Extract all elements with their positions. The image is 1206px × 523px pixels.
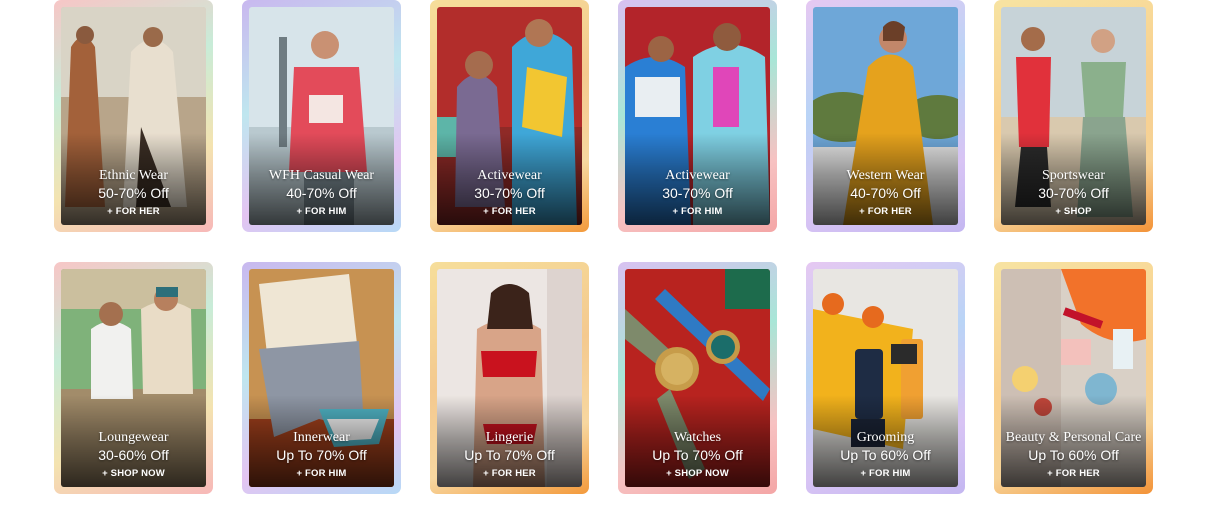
tile-cta[interactable]: + FOR HIM bbox=[625, 205, 770, 219]
tile-offer: 30-70% Off bbox=[474, 185, 545, 201]
tile-category: WFH Casual Wear bbox=[268, 168, 375, 183]
tile-category: Innerwear bbox=[293, 430, 350, 445]
tile-image: Activewear 30-70% Off + FOR HIM bbox=[625, 7, 770, 225]
tile-offer: Up To 60% Off bbox=[1028, 447, 1119, 463]
tile-activewear-her[interactable]: Activewear 30-70% Off + FOR HER bbox=[430, 0, 589, 232]
tile-category: Western Wear bbox=[846, 168, 925, 183]
tile-image: Beauty & Personal Care Up To 60% Off + F… bbox=[1001, 269, 1146, 487]
tile-image: Loungewear 30-60% Off + SHOP NOW bbox=[61, 269, 206, 487]
tile-cta[interactable]: + SHOP bbox=[1001, 205, 1146, 219]
tile-offer: Up To 60% Off bbox=[840, 447, 931, 463]
tile-cta[interactable]: + SHOP NOW bbox=[61, 467, 206, 481]
tile-image: Watches Up To 70% Off + SHOP NOW bbox=[625, 269, 770, 487]
category-grid: Ethnic Wear 50-70% Off + FOR HER WFH Cas… bbox=[54, 0, 1153, 494]
tile-offer: 50-70% Off bbox=[98, 185, 169, 201]
tile-offer: Up To 70% Off bbox=[652, 447, 743, 463]
tile-category: Loungewear bbox=[98, 430, 169, 445]
tile-image: Western Wear 40-70% Off + FOR HER bbox=[813, 7, 958, 225]
tile-image: Ethnic Wear 50-70% Off + FOR HER bbox=[61, 7, 206, 225]
tile-image: Sportswear 30-70% Off + SHOP bbox=[1001, 7, 1146, 225]
tile-innerwear[interactable]: Innerwear Up To 70% Off + FOR HIM bbox=[242, 262, 401, 494]
tile-cta[interactable]: + FOR HIM bbox=[249, 205, 394, 219]
tile-category: Lingerie bbox=[485, 430, 534, 445]
tile-cta[interactable]: + FOR HER bbox=[437, 205, 582, 219]
tile-category: Watches bbox=[673, 430, 722, 445]
tile-cta[interactable]: + FOR HIM bbox=[249, 467, 394, 481]
tile-category: Activewear bbox=[477, 168, 542, 183]
tile-beauty-personal-care[interactable]: Beauty & Personal Care Up To 60% Off + F… bbox=[994, 262, 1153, 494]
tile-image: WFH Casual Wear 40-70% Off + FOR HIM bbox=[249, 7, 394, 225]
tile-offer: Up To 70% Off bbox=[276, 447, 367, 463]
tile-category: Grooming bbox=[856, 430, 915, 445]
tile-offer: 40-70% Off bbox=[286, 185, 357, 201]
tile-wfh-casual-wear[interactable]: WFH Casual Wear 40-70% Off + FOR HIM bbox=[242, 0, 401, 232]
tile-cta[interactable]: + FOR HER bbox=[61, 205, 206, 219]
tile-cta[interactable]: + FOR HER bbox=[813, 205, 958, 219]
tile-image: Activewear 30-70% Off + FOR HER bbox=[437, 7, 582, 225]
tile-loungewear[interactable]: Loungewear 30-60% Off + SHOP NOW bbox=[54, 262, 213, 494]
tile-western-wear[interactable]: Western Wear 40-70% Off + FOR HER bbox=[806, 0, 965, 232]
tile-activewear-him[interactable]: Activewear 30-70% Off + FOR HIM bbox=[618, 0, 777, 232]
tile-cta[interactable]: + FOR HER bbox=[1001, 467, 1146, 481]
tile-offer: Up To 70% Off bbox=[464, 447, 555, 463]
tile-category: Ethnic Wear bbox=[99, 168, 168, 183]
tile-lingerie[interactable]: Lingerie Up To 70% Off + FOR HER bbox=[430, 262, 589, 494]
tile-cta[interactable]: + SHOP NOW bbox=[625, 467, 770, 481]
tile-category: Activewear bbox=[665, 168, 730, 183]
tile-image: Grooming Up To 60% Off + FOR HIM bbox=[813, 269, 958, 487]
tile-offer: 30-60% Off bbox=[98, 447, 169, 463]
tile-category: Beauty & Personal Care bbox=[1005, 430, 1142, 445]
tile-sportswear[interactable]: Sportswear 30-70% Off + SHOP bbox=[994, 0, 1153, 232]
tile-ethnic-wear[interactable]: Ethnic Wear 50-70% Off + FOR HER bbox=[54, 0, 213, 232]
tile-offer: 40-70% Off bbox=[850, 185, 921, 201]
tile-category: Sportswear bbox=[1042, 168, 1105, 183]
tile-image: Innerwear Up To 70% Off + FOR HIM bbox=[249, 269, 394, 487]
tile-watches[interactable]: Watches Up To 70% Off + SHOP NOW bbox=[618, 262, 777, 494]
tile-offer: 30-70% Off bbox=[1038, 185, 1109, 201]
tile-image: Lingerie Up To 70% Off + FOR HER bbox=[437, 269, 582, 487]
tile-grooming[interactable]: Grooming Up To 60% Off + FOR HIM bbox=[806, 262, 965, 494]
tile-cta[interactable]: + FOR HIM bbox=[813, 467, 958, 481]
tile-offer: 30-70% Off bbox=[662, 185, 733, 201]
tile-cta[interactable]: + FOR HER bbox=[437, 467, 582, 481]
